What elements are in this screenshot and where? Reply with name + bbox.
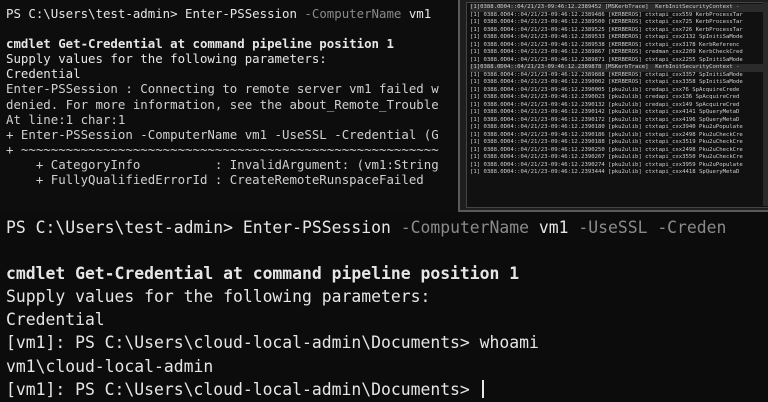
bottom-terminal-text: cmdlet Get-Credential at command pipelin… bbox=[6, 264, 520, 284]
bottom-terminal-text: Supply values for the following paramete… bbox=[6, 287, 431, 307]
bottom-terminal-text: Credential bbox=[6, 310, 105, 330]
bottom-terminal-output[interactable]: PS C:\Users\test-admin> Enter-PSSession … bbox=[0, 212, 768, 402]
bottom-terminal-text: [vm1]: PS C:\Users\cloud-local-admin\Doc… bbox=[6, 379, 480, 399]
bottom-terminal-text: vm1 bbox=[529, 218, 579, 237]
top-terminal-text: Enter-PSSession : Connecting to remote s… bbox=[6, 81, 439, 97]
top-terminal-text: + Enter-PSSession -ComputerName vm1 -Use… bbox=[6, 126, 439, 142]
top-terminal-text: cmdlet Get-Credential at command pipelin… bbox=[6, 36, 394, 52]
log-row[interactable]: [1] 0388.0D04::04/21/23-09:46:12.2390188… bbox=[470, 139, 768, 147]
bottom-terminal-line: cmdlet Get-Credential at command pipelin… bbox=[6, 262, 762, 285]
top-terminal-text: Credential bbox=[6, 66, 81, 82]
top-terminal-text: PS C:\Users\test-admin> Enter-PSSession bbox=[6, 6, 305, 21]
bottom-terminal-line: [vm1]: PS C:\Users\cloud-local-admin\Doc… bbox=[6, 378, 762, 401]
bottom-terminal-text: vm1\cloud-local-admin bbox=[6, 356, 214, 376]
log-row[interactable]: [1] 0388.0D04::04/21/23-09:46:12.2390005… bbox=[470, 87, 768, 95]
log-scrollbar[interactable] bbox=[763, 2, 768, 206]
log-row[interactable]: [1] 0388.0D04::04/21/23-09:46:12.2389525… bbox=[470, 27, 768, 35]
log-row[interactable]: [1]0388.0D04::04/21/23-09:46:12.2389452 … bbox=[470, 4, 768, 12]
bottom-terminal-line: PS C:\Users\test-admin> Enter-PSSession … bbox=[6, 216, 762, 239]
log-row[interactable]: [1] 0388.0D04::04/21/23-09:46:12.2390186… bbox=[470, 132, 768, 140]
log-row[interactable]: [1] 0388.0D04::04/21/23-09:46:12.2390180… bbox=[470, 124, 768, 132]
log-row[interactable]: [1] 0388.0D04::04/21/23-09:46:12.2389500… bbox=[470, 19, 768, 27]
bottom-terminal-text: [vm1]: PS C:\Users\cloud-local-admin\Doc… bbox=[6, 333, 539, 353]
log-row[interactable]: [1] 0388.0D04::04/21/23-09:46:12.2390274… bbox=[470, 162, 768, 170]
log-row[interactable]: [1] 0388.0D04::04/21/23-09:46:12.2390023… bbox=[470, 94, 768, 102]
bottom-terminal-line bbox=[6, 239, 762, 262]
top-terminal-text: + CategoryInfo : InvalidArgument: (vm1:S… bbox=[6, 156, 439, 172]
log-row[interactable]: [1] 0388.0D04::04/21/23-09:46:12.2389486… bbox=[470, 12, 768, 20]
log-row[interactable]: [1] 0388.0D04::04/21/23-09:46:12.2393444… bbox=[470, 169, 768, 177]
top-terminal-text: -ComputerName bbox=[304, 6, 402, 21]
log-row[interactable]: [1] 0388.0D04::04/21/23-09:46:12.2390132… bbox=[470, 102, 768, 110]
log-row[interactable]: [1] 0388.0D04::04/21/23-09:46:12.2389871… bbox=[470, 57, 768, 65]
log-row[interactable]: [1]0388.0D04::04/21/23-09:46:12.2389878 … bbox=[470, 64, 768, 72]
bottom-terminal-text: PS C:\Users\test-admin> Enter-PSSession bbox=[6, 218, 401, 237]
top-terminal-text: + FullyQualifiedErrorId : CreateRemoteRu… bbox=[6, 172, 424, 188]
log-row[interactable]: [1] 0388.0D04::04/21/23-09:46:12.2390002… bbox=[470, 79, 768, 87]
log-row[interactable]: [1] 0388.0D04::04/21/23-09:46:12.2390267… bbox=[470, 154, 768, 162]
bottom-terminal-line: Supply values for the following paramete… bbox=[6, 285, 762, 308]
log-row[interactable]: [1] 0388.0D04::04/21/23-09:46:12.2390250… bbox=[470, 147, 768, 155]
log-row[interactable]: [1] 0388.0D04::04/21/23-09:46:12.2389538… bbox=[470, 42, 768, 50]
top-terminal-text: denied. For more information, see the ab… bbox=[6, 96, 439, 112]
log-row[interactable]: [1] 0388.0D04::04/21/23-09:46:12.2390172… bbox=[470, 117, 768, 125]
bottom-terminal-line: Credential bbox=[6, 308, 762, 331]
text-cursor bbox=[481, 379, 484, 398]
log-row[interactable]: [1] 0388.0D04::04/21/23-09:46:12.2389867… bbox=[470, 49, 768, 57]
top-terminal-text: vm1 bbox=[401, 6, 432, 21]
bottom-terminal-text: -UseSSL -Creden bbox=[578, 218, 727, 237]
trace-log-list[interactable]: [1]0388.0D04::04/21/23-09:46:12.2389452 … bbox=[466, 2, 768, 208]
top-terminal-text: Supply values for the following paramete… bbox=[6, 51, 327, 67]
log-row[interactable]: [1] 0388.0D04::04/21/23-09:46:12.2389888… bbox=[470, 72, 768, 80]
log-row[interactable]: [1] 0388.0D04::04/21/23-09:46:12.2389533… bbox=[470, 34, 768, 42]
top-terminal-text: At line:1 char:1 bbox=[6, 111, 126, 127]
top-terminal-text: + ~~~~~~~~~~~~~~~~~~~~~~~~~~~~~~~~~~~~~~… bbox=[6, 141, 439, 157]
log-row[interactable]: [1] 0388.0D04::04/21/23-09:46:12.2390142… bbox=[470, 109, 768, 117]
bottom-terminal-line: vm1\cloud-local-admin bbox=[6, 355, 762, 378]
trace-log-window: [1]0388.0D04::04/21/23-09:46:12.2389452 … bbox=[458, 0, 768, 212]
bottom-terminal-text: -ComputerName bbox=[400, 218, 530, 237]
bottom-terminal-line: [vm1]: PS C:\Users\cloud-local-admin\Doc… bbox=[6, 331, 762, 354]
